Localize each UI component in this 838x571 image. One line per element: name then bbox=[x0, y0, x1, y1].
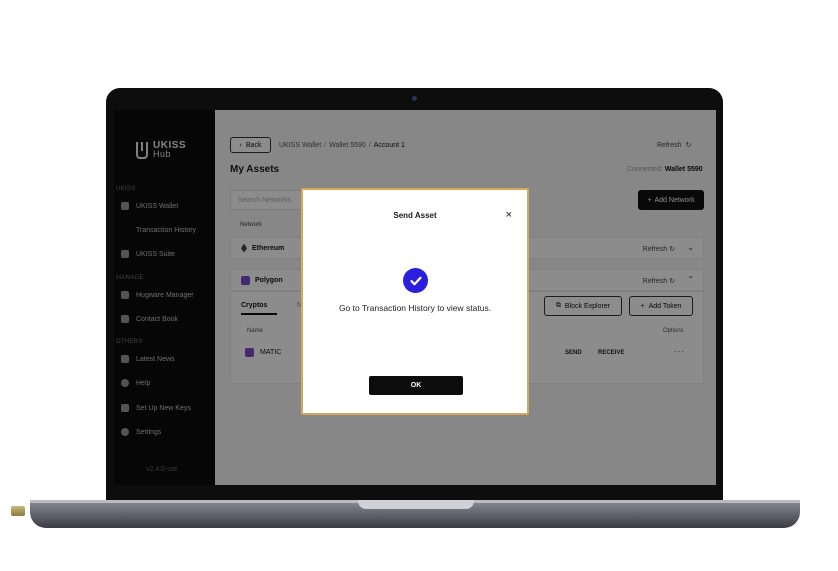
usb-key bbox=[11, 506, 25, 516]
close-icon[interactable]: × bbox=[506, 209, 512, 221]
laptop-notch bbox=[358, 500, 474, 509]
send-asset-modal: Send Asset × Go to Transaction History t… bbox=[301, 188, 529, 415]
laptop-chin bbox=[106, 485, 723, 500]
modal-message: Go to Transaction History to view status… bbox=[338, 303, 492, 313]
camera-icon bbox=[412, 96, 417, 101]
modal-title: Send Asset bbox=[393, 211, 437, 220]
success-check-icon bbox=[403, 268, 428, 293]
ok-button[interactable]: OK bbox=[369, 376, 463, 395]
